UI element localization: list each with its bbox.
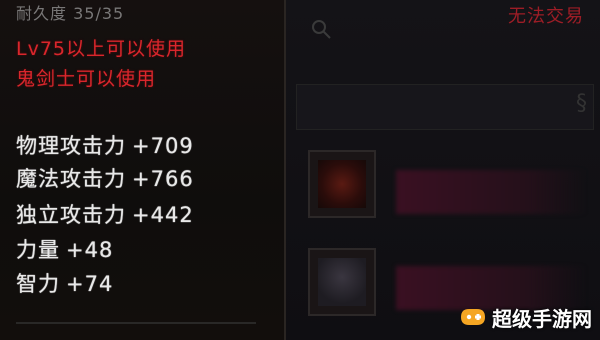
- site-logo-icon: [461, 308, 485, 325]
- stat-magic-attack: 魔法攻击力 +766: [16, 163, 194, 193]
- item-icon: [318, 160, 366, 208]
- scroll-glyph-icon: §: [576, 91, 587, 116]
- stat-name: 智力: [16, 272, 60, 296]
- stat-name: 物理攻击力: [16, 134, 126, 158]
- stat-value: +442: [132, 203, 194, 227]
- inventory-panel: 无法交易 §: [286, 0, 600, 340]
- stat-intelligence: 智力 +74: [16, 268, 113, 298]
- stat-value: +766: [132, 167, 194, 191]
- item-tooltip: 耐久度 35/35 Lv75以上可以使用 鬼剑士可以使用 物理攻击力 +709 魔…: [0, 0, 286, 340]
- stat-name: 魔法攻击力: [16, 167, 126, 191]
- stat-name: 独立攻击力: [16, 203, 126, 227]
- section-header-bar: §: [296, 84, 594, 130]
- trade-status-label: 无法交易: [508, 6, 584, 27]
- class-requirement: 鬼剑士可以使用: [16, 68, 157, 90]
- item-slot[interactable]: [308, 248, 376, 316]
- level-requirement: Lv75以上可以使用: [16, 38, 187, 60]
- stat-physical-attack: 物理攻击力 +709: [16, 130, 194, 160]
- item-row-label: [396, 170, 586, 214]
- site-watermark: 超级手游网: [458, 303, 592, 332]
- stat-name: 力量: [16, 238, 60, 262]
- stat-strength: 力量 +48: [16, 234, 113, 264]
- durability-text: 耐久度 35/35: [16, 4, 125, 23]
- stat-independent-attack: 独立攻击力 +442: [16, 199, 194, 229]
- search-icon[interactable]: [310, 18, 332, 40]
- item-slot[interactable]: [308, 150, 376, 218]
- watermark-text: 超级手游网: [492, 307, 592, 331]
- stat-value: +74: [66, 272, 114, 296]
- stat-value: +48: [66, 238, 114, 262]
- item-icon: [318, 258, 366, 306]
- stat-value: +709: [132, 134, 194, 158]
- tooltip-divider: [16, 322, 256, 338]
